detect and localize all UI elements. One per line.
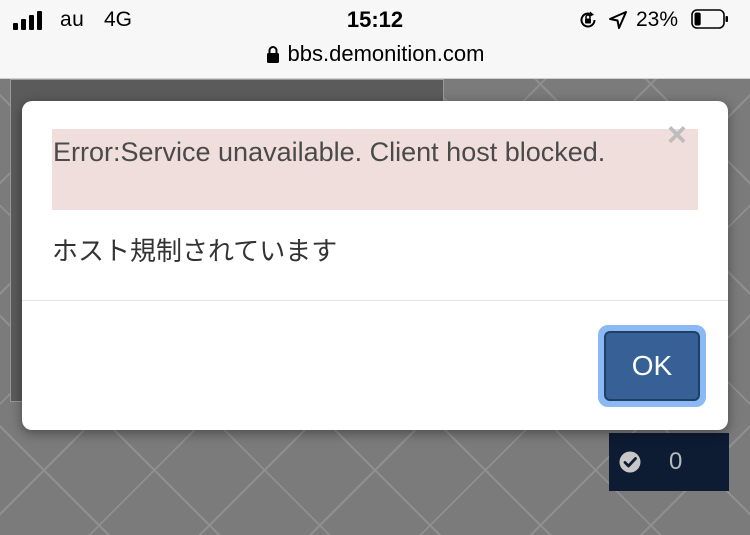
ok-button[interactable]: OK <box>598 325 706 407</box>
ok-button-label: OK <box>604 331 700 401</box>
vote-button[interactable]: 0 <box>609 433 729 491</box>
check-circle-icon <box>619 451 641 473</box>
vote-count: 0 <box>669 448 683 475</box>
battery-percent: 23% <box>636 8 679 31</box>
close-icon[interactable]: × <box>667 118 687 152</box>
error-text: Error:Service unavailable. Client host b… <box>53 137 606 167</box>
location-arrow-icon <box>609 11 627 29</box>
lock-icon <box>266 46 279 63</box>
footer-divider <box>22 300 728 301</box>
battery-icon <box>691 9 728 29</box>
error-dialog: Error:Service unavailable. Client host b… <box>22 101 728 430</box>
ios-top-bar: au 4G 15:12 23% bbs.demonition.com <box>0 0 750 79</box>
url-text: bbs.demonition.com <box>287 41 485 66</box>
dialog-message: ホスト規制されています <box>52 237 338 267</box>
address-bar[interactable]: bbs.demonition.com <box>0 41 750 67</box>
orientation-lock-icon <box>580 11 596 28</box>
error-alert: Error:Service unavailable. Client host b… <box>52 129 698 210</box>
